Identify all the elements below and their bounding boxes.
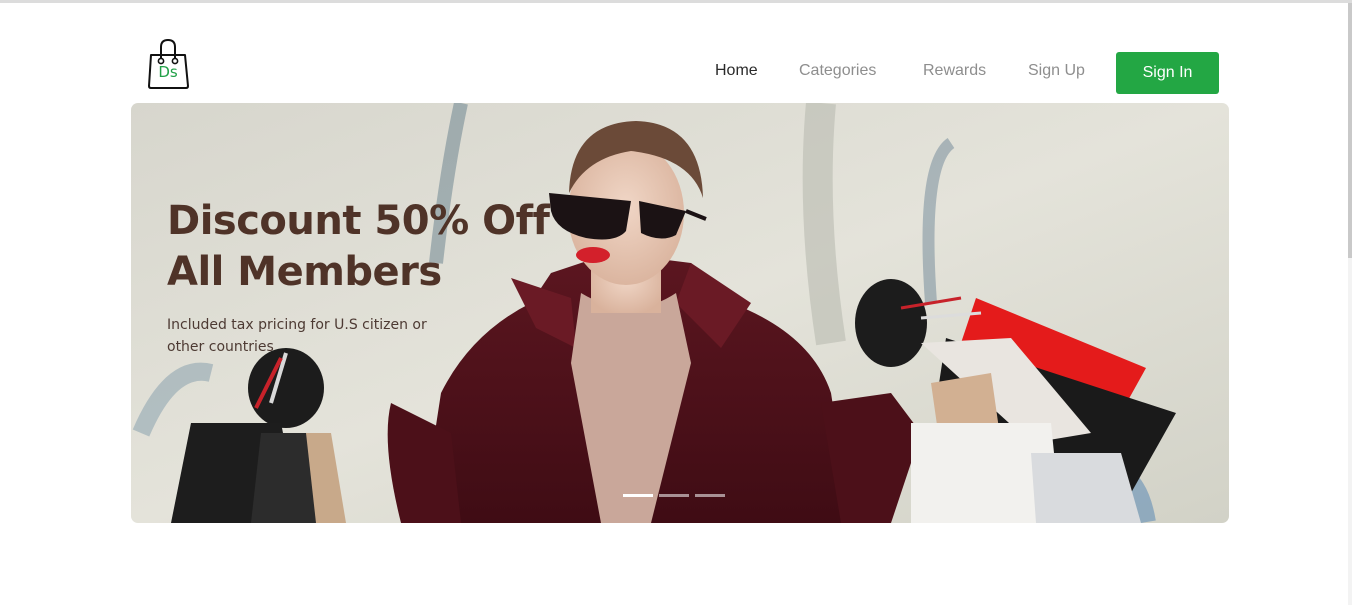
hero-title-line-1: Discount 50% Off [167, 198, 550, 244]
nav-categories[interactable]: Categories [799, 62, 876, 80]
hero-subtitle: Included tax pricing for U.S citizen or … [167, 317, 427, 355]
hero-title-line-2: All Members [167, 249, 442, 295]
nav-sign-up[interactable]: Sign Up [1028, 62, 1085, 80]
nav-rewards[interactable]: Rewards [923, 62, 986, 80]
carousel-dot-2[interactable] [659, 494, 689, 497]
sign-in-button[interactable]: Sign In [1116, 52, 1219, 94]
nav-home[interactable]: Home [715, 62, 758, 80]
carousel-indicators [623, 494, 733, 497]
window-top-border [0, 0, 1352, 3]
carousel-dot-1[interactable] [623, 494, 653, 497]
scrollbar-thumb[interactable] [1348, 3, 1352, 258]
carousel-dot-3[interactable] [695, 494, 725, 497]
hero-image [131, 103, 1229, 523]
hero-title: Discount 50% Off All Members [167, 196, 587, 298]
hero-banner[interactable]: Discount 50% Off All Members Included ta… [131, 103, 1229, 523]
